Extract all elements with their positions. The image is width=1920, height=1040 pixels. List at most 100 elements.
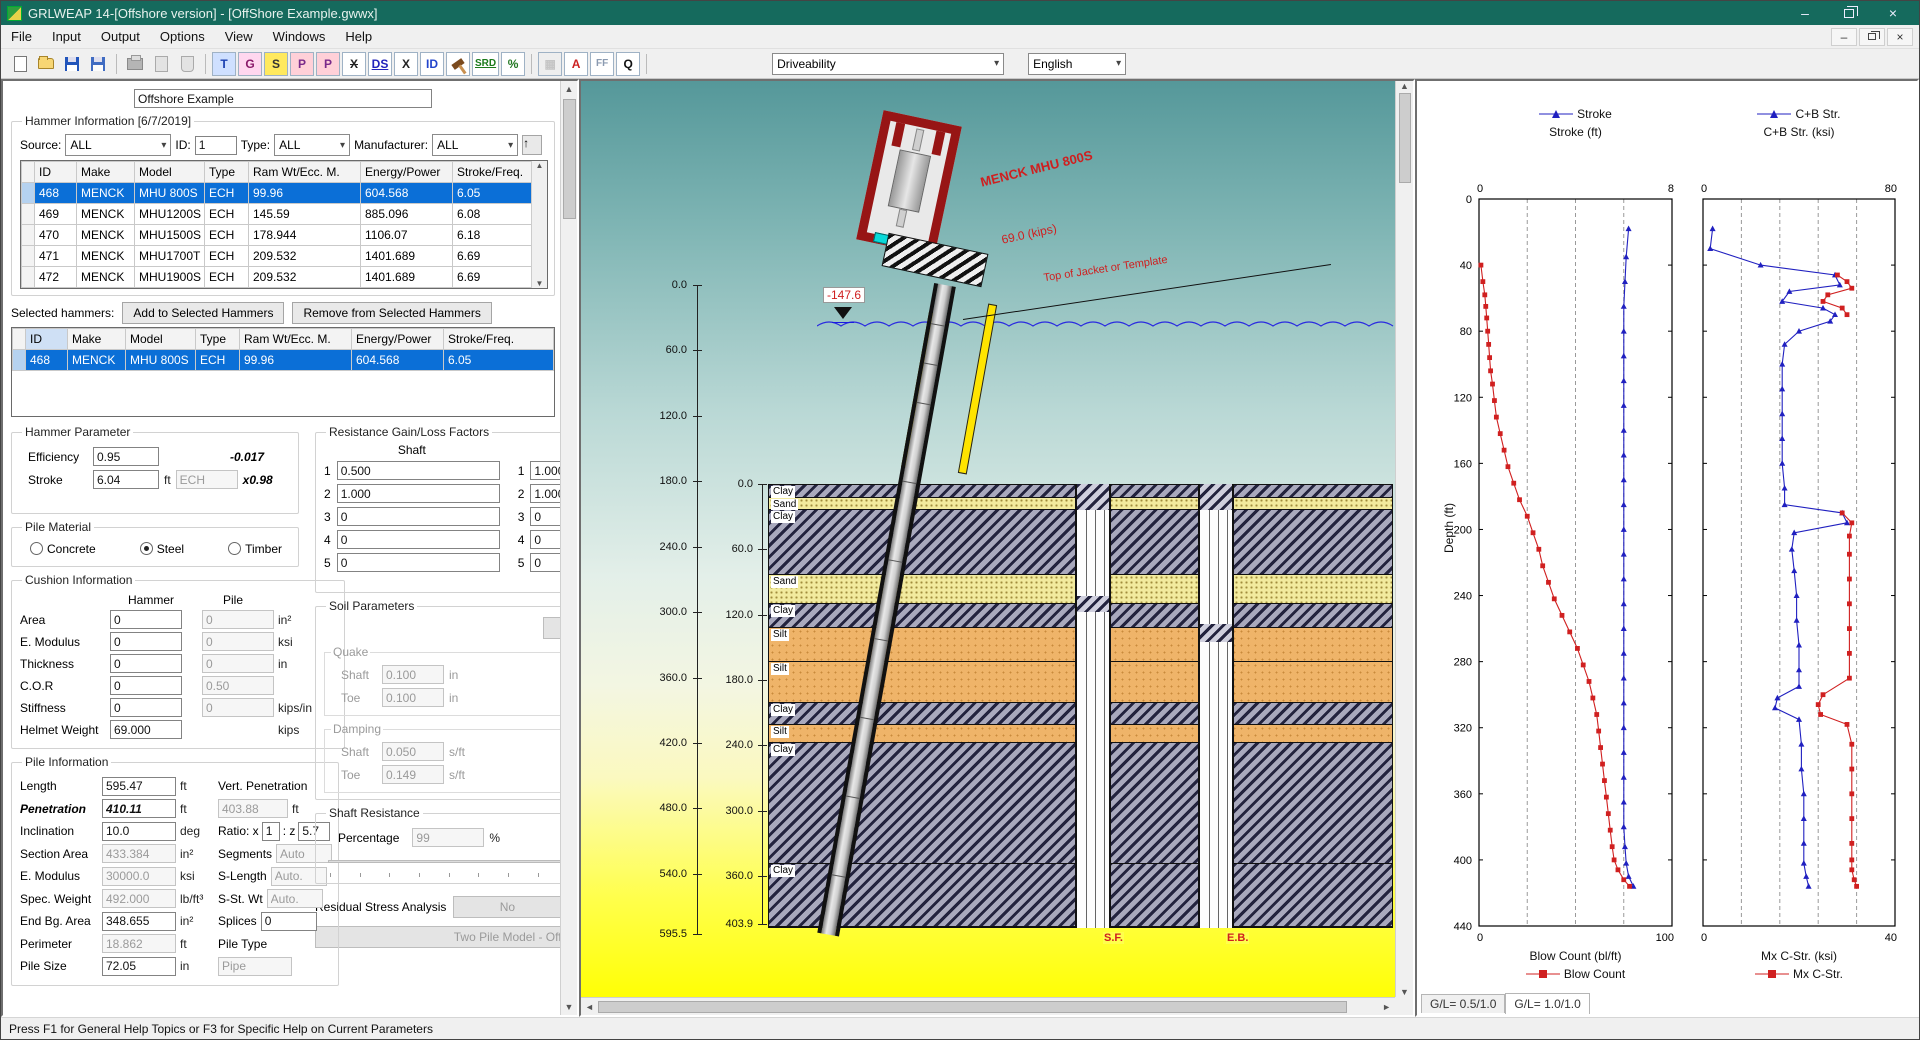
factor-input[interactable]	[337, 461, 500, 480]
print-icon[interactable]	[123, 52, 147, 76]
hammer-id-input[interactable]	[195, 136, 237, 155]
stroke-factor-value: x0.98	[243, 473, 273, 487]
center-horizontal-scrollbar[interactable]: ◄►	[581, 997, 1395, 1015]
stroke-input[interactable]	[93, 470, 159, 489]
pile-length-input[interactable]	[102, 777, 176, 796]
toolbar-btn-depth[interactable]: ID	[420, 52, 444, 76]
project-title-input[interactable]	[134, 89, 432, 108]
shaft-resistance-column	[1075, 484, 1111, 928]
cushion-stiffness-hammer-input[interactable]	[110, 698, 182, 717]
restore-icon[interactable]	[1827, 1, 1871, 25]
menu-view[interactable]: View	[215, 26, 263, 47]
cushion-area-hammer-input[interactable]	[110, 610, 182, 629]
center-vertical-scrollbar[interactable]: ▲▼	[1395, 81, 1413, 997]
damping-shaft-field	[382, 742, 444, 761]
menu-windows[interactable]: Windows	[263, 26, 336, 47]
report-icon[interactable]	[175, 52, 199, 76]
stiffness-label: Stiffness	[20, 701, 106, 715]
end-bearing-area-input[interactable]	[102, 912, 176, 931]
toolbar-btn-title[interactable]: T	[212, 52, 236, 76]
toolbar-btn-cut-x[interactable]: X	[342, 52, 366, 76]
save-as-icon[interactable]	[86, 52, 110, 76]
chevron-down-icon: ▾	[994, 58, 999, 69]
results-charts-panel: Depth (ft) Stroke Stroke (ft) C+B Str. C…	[1415, 79, 1919, 1017]
cushion-thickness-hammer-input[interactable]	[110, 654, 182, 673]
mdi-restore-icon[interactable]	[1859, 28, 1885, 46]
water-level-icon	[834, 307, 852, 319]
remove-from-selected-button[interactable]: Remove from Selected Hammers	[292, 302, 491, 324]
hammer-table-scrollbar[interactable]: ▲▼	[531, 161, 547, 288]
add-to-selected-button[interactable]: Add to Selected Hammers	[122, 302, 284, 324]
toolbar-btn-x2[interactable]: X	[394, 52, 418, 76]
selected-hammers-table[interactable]: IDMakeModelTypeRam Wt/Ecc. M.Energy/Powe…	[12, 328, 554, 371]
factor-input[interactable]	[337, 484, 500, 503]
menu-help[interactable]: Help	[335, 26, 382, 47]
mdi-minimize-icon[interactable]: –	[1831, 28, 1857, 46]
shaft-factors-list[interactable]: 12345	[324, 461, 500, 572]
radio-steel[interactable]: Steel	[140, 542, 184, 556]
open-file-icon[interactable]	[34, 52, 58, 76]
toolbar-btn-general[interactable]: G	[238, 52, 262, 76]
toolbar-btn-quake[interactable]: Q	[616, 52, 640, 76]
radio-concrete[interactable]: Concrete	[30, 542, 96, 556]
save-icon[interactable]	[60, 52, 84, 76]
quake-shaft-label: Shaft	[341, 668, 377, 682]
menu-input[interactable]: Input	[42, 26, 91, 47]
end-bearing-area-label: End Bg. Area	[20, 914, 98, 928]
two-pile-model-button[interactable]: Two Pile Model - Off	[315, 926, 579, 948]
manufacturer-dropdown[interactable]: ALL▾	[432, 134, 518, 156]
toolbar-btn-analysis[interactable]: A	[564, 52, 588, 76]
hammer-icon[interactable]	[446, 52, 470, 76]
new-file-icon[interactable]	[8, 52, 32, 76]
hammer-database-table[interactable]: IDMakeModelTypeRam Wt/Ecc. M.Energy/Powe…	[21, 161, 532, 288]
analysis-type-dropdown[interactable]: Driveability▾	[772, 53, 1004, 75]
toolbar-btn-ds[interactable]: DS	[368, 52, 392, 76]
blow-count-legend: Blow Count	[1479, 967, 1672, 981]
menu-output[interactable]: Output	[91, 26, 150, 47]
helmet-weight-input[interactable]	[110, 720, 182, 739]
selected-hammers-label: Selected hammers:	[11, 306, 114, 320]
toolbar-btn-soil[interactable]: S	[264, 52, 288, 76]
pile-driving-graphic-panel: ClaySandClaySandClaySiltSiltClaySiltClay…	[579, 79, 1415, 1017]
spec-weight-field	[102, 889, 176, 908]
left-panel-scrollbar[interactable]: ▲▼	[560, 81, 577, 1015]
menu-options[interactable]: Options	[150, 26, 215, 47]
tab-gl-05[interactable]: G/L= 0.5/1.0	[1421, 994, 1505, 1013]
toolbar-btn-pile1[interactable]: P	[290, 52, 314, 76]
residual-stress-button[interactable]: No	[453, 896, 561, 918]
source-dropdown[interactable]: ALL▾	[65, 134, 171, 156]
cushion-emod-hammer-input[interactable]	[110, 632, 182, 651]
quake-shaft-field	[382, 665, 444, 684]
ratio-x-input[interactable]	[262, 822, 280, 841]
toolbar-btn-disabled: ▦	[538, 52, 562, 76]
menu-file[interactable]: File	[1, 26, 42, 47]
print-preview-icon[interactable]	[149, 52, 173, 76]
cushion-cor-hammer-input[interactable]	[110, 676, 182, 695]
efficiency-input[interactable]	[93, 447, 159, 466]
units-dropdown[interactable]: English▾	[1028, 53, 1126, 75]
factor-input[interactable]	[337, 507, 500, 526]
svg-text:400: 400	[1454, 855, 1472, 867]
cushion-thickness-pile-field	[202, 654, 274, 673]
toolbar-btn-ff[interactable]: FF	[590, 52, 614, 76]
close-icon[interactable]: ×	[1871, 1, 1915, 25]
tab-gl-10[interactable]: G/L= 1.0/1.0	[1505, 993, 1589, 1014]
svg-text:0: 0	[1701, 183, 1707, 195]
collapse-filter-button[interactable]: ↑	[522, 135, 542, 155]
toolbar-btn-percent[interactable]: %	[501, 52, 525, 76]
mdi-close-icon[interactable]: ×	[1887, 28, 1913, 46]
minimize-icon[interactable]: –	[1783, 1, 1827, 25]
factor-input[interactable]	[337, 553, 500, 572]
penetration-input[interactable]	[102, 799, 176, 818]
pile-size-input[interactable]	[102, 957, 176, 976]
radio-timber[interactable]: Timber	[228, 542, 282, 556]
splices-input[interactable]	[261, 912, 317, 931]
type-dropdown[interactable]: ALL▾	[274, 134, 350, 156]
shaft-resistance-slider[interactable]	[328, 853, 579, 871]
toolbar-btn-srd[interactable]: SRD	[472, 52, 499, 76]
inclination-input[interactable]	[102, 822, 176, 841]
factor-input[interactable]	[337, 530, 500, 549]
stroke-label: Stroke	[28, 473, 88, 487]
toolbar-btn-pile2[interactable]: P	[316, 52, 340, 76]
cor-label: C.O.R	[20, 679, 106, 693]
